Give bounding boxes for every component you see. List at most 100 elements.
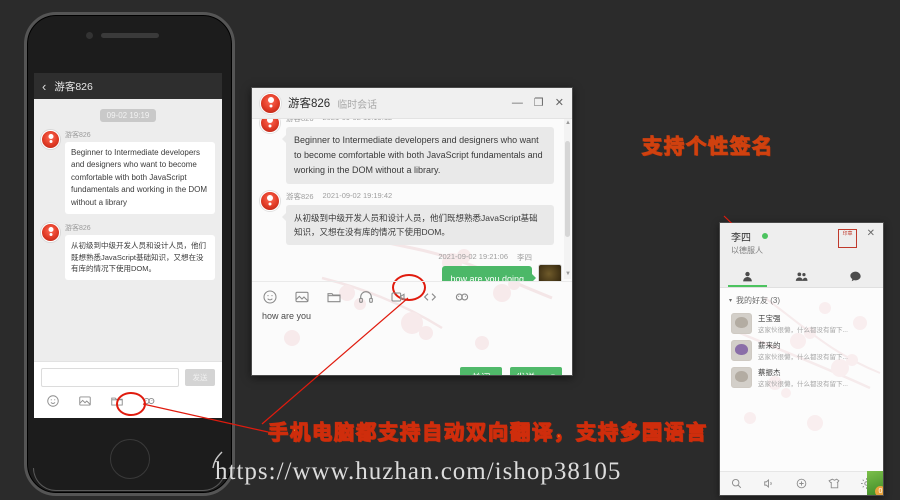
chat-message-row-outgoing: 2021-09-02 19:21:06 李四 how are you doing	[260, 252, 562, 281]
sound-icon[interactable]	[762, 477, 775, 490]
contacts-panel: 李四 以德服人 印章 ✕ ▾ 我的好友 (3) 王宝强 这家伙很懒，什么都没有留…	[719, 222, 884, 496]
phone-chat-header: ‹ 游客826	[34, 73, 222, 99]
chat-message-row: 游客826 2021-09-02 19:19:12 Beginner to In…	[260, 119, 562, 184]
minimize-button[interactable]: —	[512, 97, 523, 109]
phone-message-row: 游客826 Beginner to Intermediate developer…	[34, 130, 222, 223]
chat-window-title: 游客826	[288, 98, 331, 110]
phone-mockup: ‹ 游客826 09-02 19:19 游客826 Beginner to In…	[24, 12, 235, 496]
user-signature[interactable]: 以德服人	[731, 245, 763, 256]
chat-message-sender: 李四	[517, 252, 532, 262]
tab-chats[interactable]	[829, 265, 883, 287]
list-item[interactable]: 蔡振杰 这家伙很懒，什么都没有留下...	[720, 364, 883, 391]
chevron-left-icon[interactable]: ‹	[42, 80, 46, 93]
avatar	[731, 367, 752, 388]
phone-speaker	[100, 33, 159, 38]
chat-message-meta: 游客826 2021-09-02 19:19:12	[286, 119, 554, 124]
person-icon	[741, 270, 754, 283]
friend-name: 薪来的	[758, 341, 781, 350]
scrollbar-thumb[interactable]	[565, 141, 570, 237]
close-chat-button[interactable]: 关闭	[460, 367, 502, 375]
chat-scrollbar[interactable]: ▲ ▼	[564, 119, 571, 279]
chat-message-bubble: Beginner to Intermediate developers and …	[282, 127, 554, 184]
video-icon[interactable]	[390, 289, 406, 305]
chat-message-time: 2021-09-02 19:21:06	[438, 251, 508, 261]
tab-contacts[interactable]	[720, 265, 774, 287]
chat-message-time: 2021-09-02 19:19:42	[322, 190, 393, 200]
phone-send-button[interactable]: 发送	[185, 369, 215, 386]
friends-group-label: 我的好友 (3)	[736, 296, 781, 305]
phone-camera	[85, 32, 93, 39]
phone-message-bubble: Beginner to Intermediate developers and …	[65, 142, 215, 214]
skin-icon[interactable]	[827, 477, 841, 490]
scroll-down-icon[interactable]: ▼	[565, 271, 571, 278]
chat-message-row: 游客826 2021-09-02 19:19:42 从初级到中级开发人员和设计人…	[260, 190, 562, 245]
chat-window-subtitle: 临时会话	[337, 99, 378, 111]
annotation-signature-note: 支持个性签名	[642, 134, 774, 159]
headphone-icon[interactable]	[358, 289, 374, 305]
phone-time-pill: 09-02 19:19	[99, 109, 157, 122]
online-status-dot	[762, 233, 768, 239]
send-button[interactable]: 发送 ▼	[510, 367, 562, 376]
chevron-down-icon: ▾	[729, 298, 733, 304]
list-item[interactable]: 薪来的 这家伙很懒，什么都没有留下...	[720, 337, 883, 364]
chat-toolbar	[252, 281, 572, 305]
group-icon	[795, 270, 808, 283]
chat-message-bubble: how are you doing	[442, 265, 536, 281]
close-button[interactable]: ✕	[555, 97, 564, 109]
tab-groups[interactable]	[774, 265, 828, 287]
phone-message-sender: 游客826	[65, 132, 91, 139]
avatar	[260, 92, 281, 114]
chat-message-bubble: 从初级到中级开发人员和设计人员，他们既想熟悉JavaScript基础知识，又想在…	[282, 204, 554, 245]
close-icon[interactable]: ✕	[867, 228, 875, 239]
phone-message-row: 游客826 从初级到中级开发人员和设计人员，他们既想熟悉JavaScript基础…	[34, 222, 222, 289]
panel-footer	[720, 471, 883, 495]
chat-message-meta: 2021-09-02 19:21:06 李四	[438, 252, 532, 263]
search-icon[interactable]	[730, 477, 743, 490]
panel-tabs	[720, 265, 883, 288]
emoji-icon[interactable]	[262, 289, 278, 305]
chat-message-input[interactable]: how are you	[252, 305, 572, 367]
chat-message-time: 2021-09-02 19:19:12	[323, 119, 393, 124]
image-icon[interactable]	[78, 394, 92, 408]
avatar	[41, 222, 60, 242]
friend-name: 蔡振杰	[758, 368, 781, 377]
maximize-button[interactable]: ❐	[534, 97, 544, 109]
chat-window-footer: 关闭 发送 ▼	[252, 367, 572, 376]
phone-chat-title: 游客826	[54, 80, 93, 93]
chat-icon	[849, 270, 862, 283]
screenshot-root: ‹ 游客826 09-02 19:19 游客826 Beginner to In…	[0, 0, 900, 500]
translate-icon[interactable]	[454, 289, 470, 305]
avatar	[731, 340, 752, 361]
image-icon[interactable]	[294, 289, 310, 305]
phone-message-sender: 游客826	[65, 224, 91, 232]
add-icon[interactable]	[795, 477, 808, 490]
scroll-up-icon[interactable]: ▲	[565, 120, 571, 127]
folder-icon[interactable]	[326, 289, 342, 305]
highlight-phone-translate-icon	[116, 392, 146, 416]
emoji-icon[interactable]	[46, 394, 60, 408]
friend-name: 王宝强	[758, 314, 781, 323]
chat-window: 游客826 临时会话 — ❐ ✕ 游客826 2021-09-02 19:19:…	[251, 87, 573, 376]
phone-screen: ‹ 游客826 09-02 19:19 游客826 Beginner to In…	[34, 73, 222, 418]
avatar	[538, 263, 562, 281]
list-item[interactable]: 王宝强 这家伙很懒，什么都没有留下...	[720, 310, 883, 337]
panel-header: 李四 以德服人 印章 ✕	[720, 223, 883, 265]
annotation-translate-note: 手机电脑都支持自动双向翻译，支持多国语言	[267, 419, 708, 444]
watermark-url: https://www.huzhan.com/ishop38105	[215, 458, 622, 485]
friends-group-header[interactable]: ▾ 我的好友 (3)	[720, 293, 883, 310]
friend-signature: 这家伙很懒，什么都没有留下...	[758, 381, 848, 388]
stamp-icon: 印章	[838, 229, 857, 248]
avatar	[41, 130, 60, 149]
phone-message-input[interactable]	[41, 368, 179, 387]
chat-message-sender: 游客826	[286, 191, 314, 201]
notification-badge[interactable]: 0	[875, 486, 883, 495]
chevron-down-icon[interactable]: ▼	[550, 374, 556, 376]
friend-signature: 这家伙很懒，什么都没有留下...	[758, 354, 848, 361]
send-button-label: 发送	[516, 370, 535, 376]
chat-window-titlebar: 游客826 临时会话 — ❐ ✕	[252, 88, 572, 119]
code-icon[interactable]	[422, 289, 438, 305]
avatar	[260, 190, 280, 211]
friends-list: ▾ 我的好友 (3) 王宝强 这家伙很懒，什么都没有留下... 薪来的 这家伙很…	[720, 288, 883, 478]
window-controls: — ❐ ✕	[512, 97, 564, 109]
avatar	[731, 313, 752, 334]
